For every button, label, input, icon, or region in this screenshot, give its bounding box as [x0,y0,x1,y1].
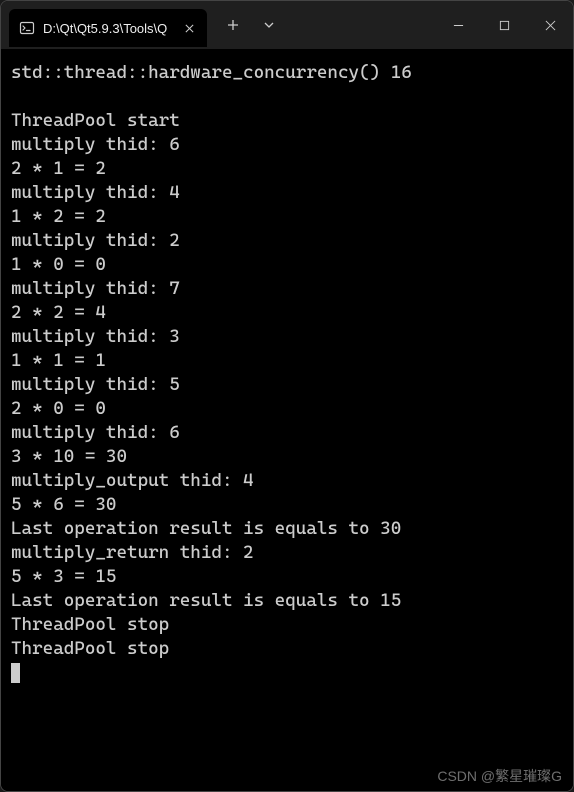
close-window-button[interactable] [527,5,573,45]
active-tab[interactable]: D:\Qt\Qt5.9.3\Tools\Q [9,9,207,47]
terminal-line: ThreadPool start [11,109,563,133]
terminal-line: multiply thid: 4 [11,181,563,205]
terminal-line: multiply_return thid: 2 [11,541,563,565]
terminal-line: 1 * 1 = 1 [11,349,563,373]
terminal-line: 5 * 6 = 30 [11,493,563,517]
terminal-line: std::thread::hardware_concurrency() 16 [11,61,563,85]
terminal-line: 2 * 2 = 4 [11,301,563,325]
titlebar-actions [215,7,287,43]
terminal-line: multiply thid: 6 [11,133,563,157]
terminal-line [11,85,563,109]
terminal-icon [19,20,35,36]
terminal-line: 3 * 10 = 30 [11,445,563,469]
titlebar: D:\Qt\Qt5.9.3\Tools\Q [1,1,573,49]
tab-close-button[interactable] [181,20,197,36]
new-tab-button[interactable] [215,7,251,43]
window-controls [435,5,573,45]
terminal-line: ThreadPool stop [11,637,563,661]
terminal-line: multiply thid: 2 [11,229,563,253]
terminal-line: 2 * 0 = 0 [11,397,563,421]
terminal-line: Last operation result is equals to 15 [11,589,563,613]
terminal-line: multiply thid: 3 [11,325,563,349]
terminal-line: 5 * 3 = 15 [11,565,563,589]
terminal-line: ThreadPool stop [11,613,563,637]
terminal-line: 2 * 1 = 2 [11,157,563,181]
maximize-button[interactable] [481,5,527,45]
terminal-line: multiply thid: 7 [11,277,563,301]
terminal-output[interactable]: std::thread::hardware_concurrency() 16 T… [1,49,573,791]
terminal-line: multiply thid: 6 [11,421,563,445]
terminal-line: Last operation result is equals to 30 [11,517,563,541]
terminal-line: 1 * 0 = 0 [11,253,563,277]
tab-dropdown-button[interactable] [251,7,287,43]
terminal-line: 1 * 2 = 2 [11,205,563,229]
cursor [11,663,20,683]
terminal-line: multiply_output thid: 4 [11,469,563,493]
minimize-button[interactable] [435,5,481,45]
terminal-line: multiply thid: 5 [11,373,563,397]
terminal-window: D:\Qt\Qt5.9.3\Tools\Q [0,0,574,792]
tab-title: D:\Qt\Qt5.9.3\Tools\Q [43,21,167,36]
